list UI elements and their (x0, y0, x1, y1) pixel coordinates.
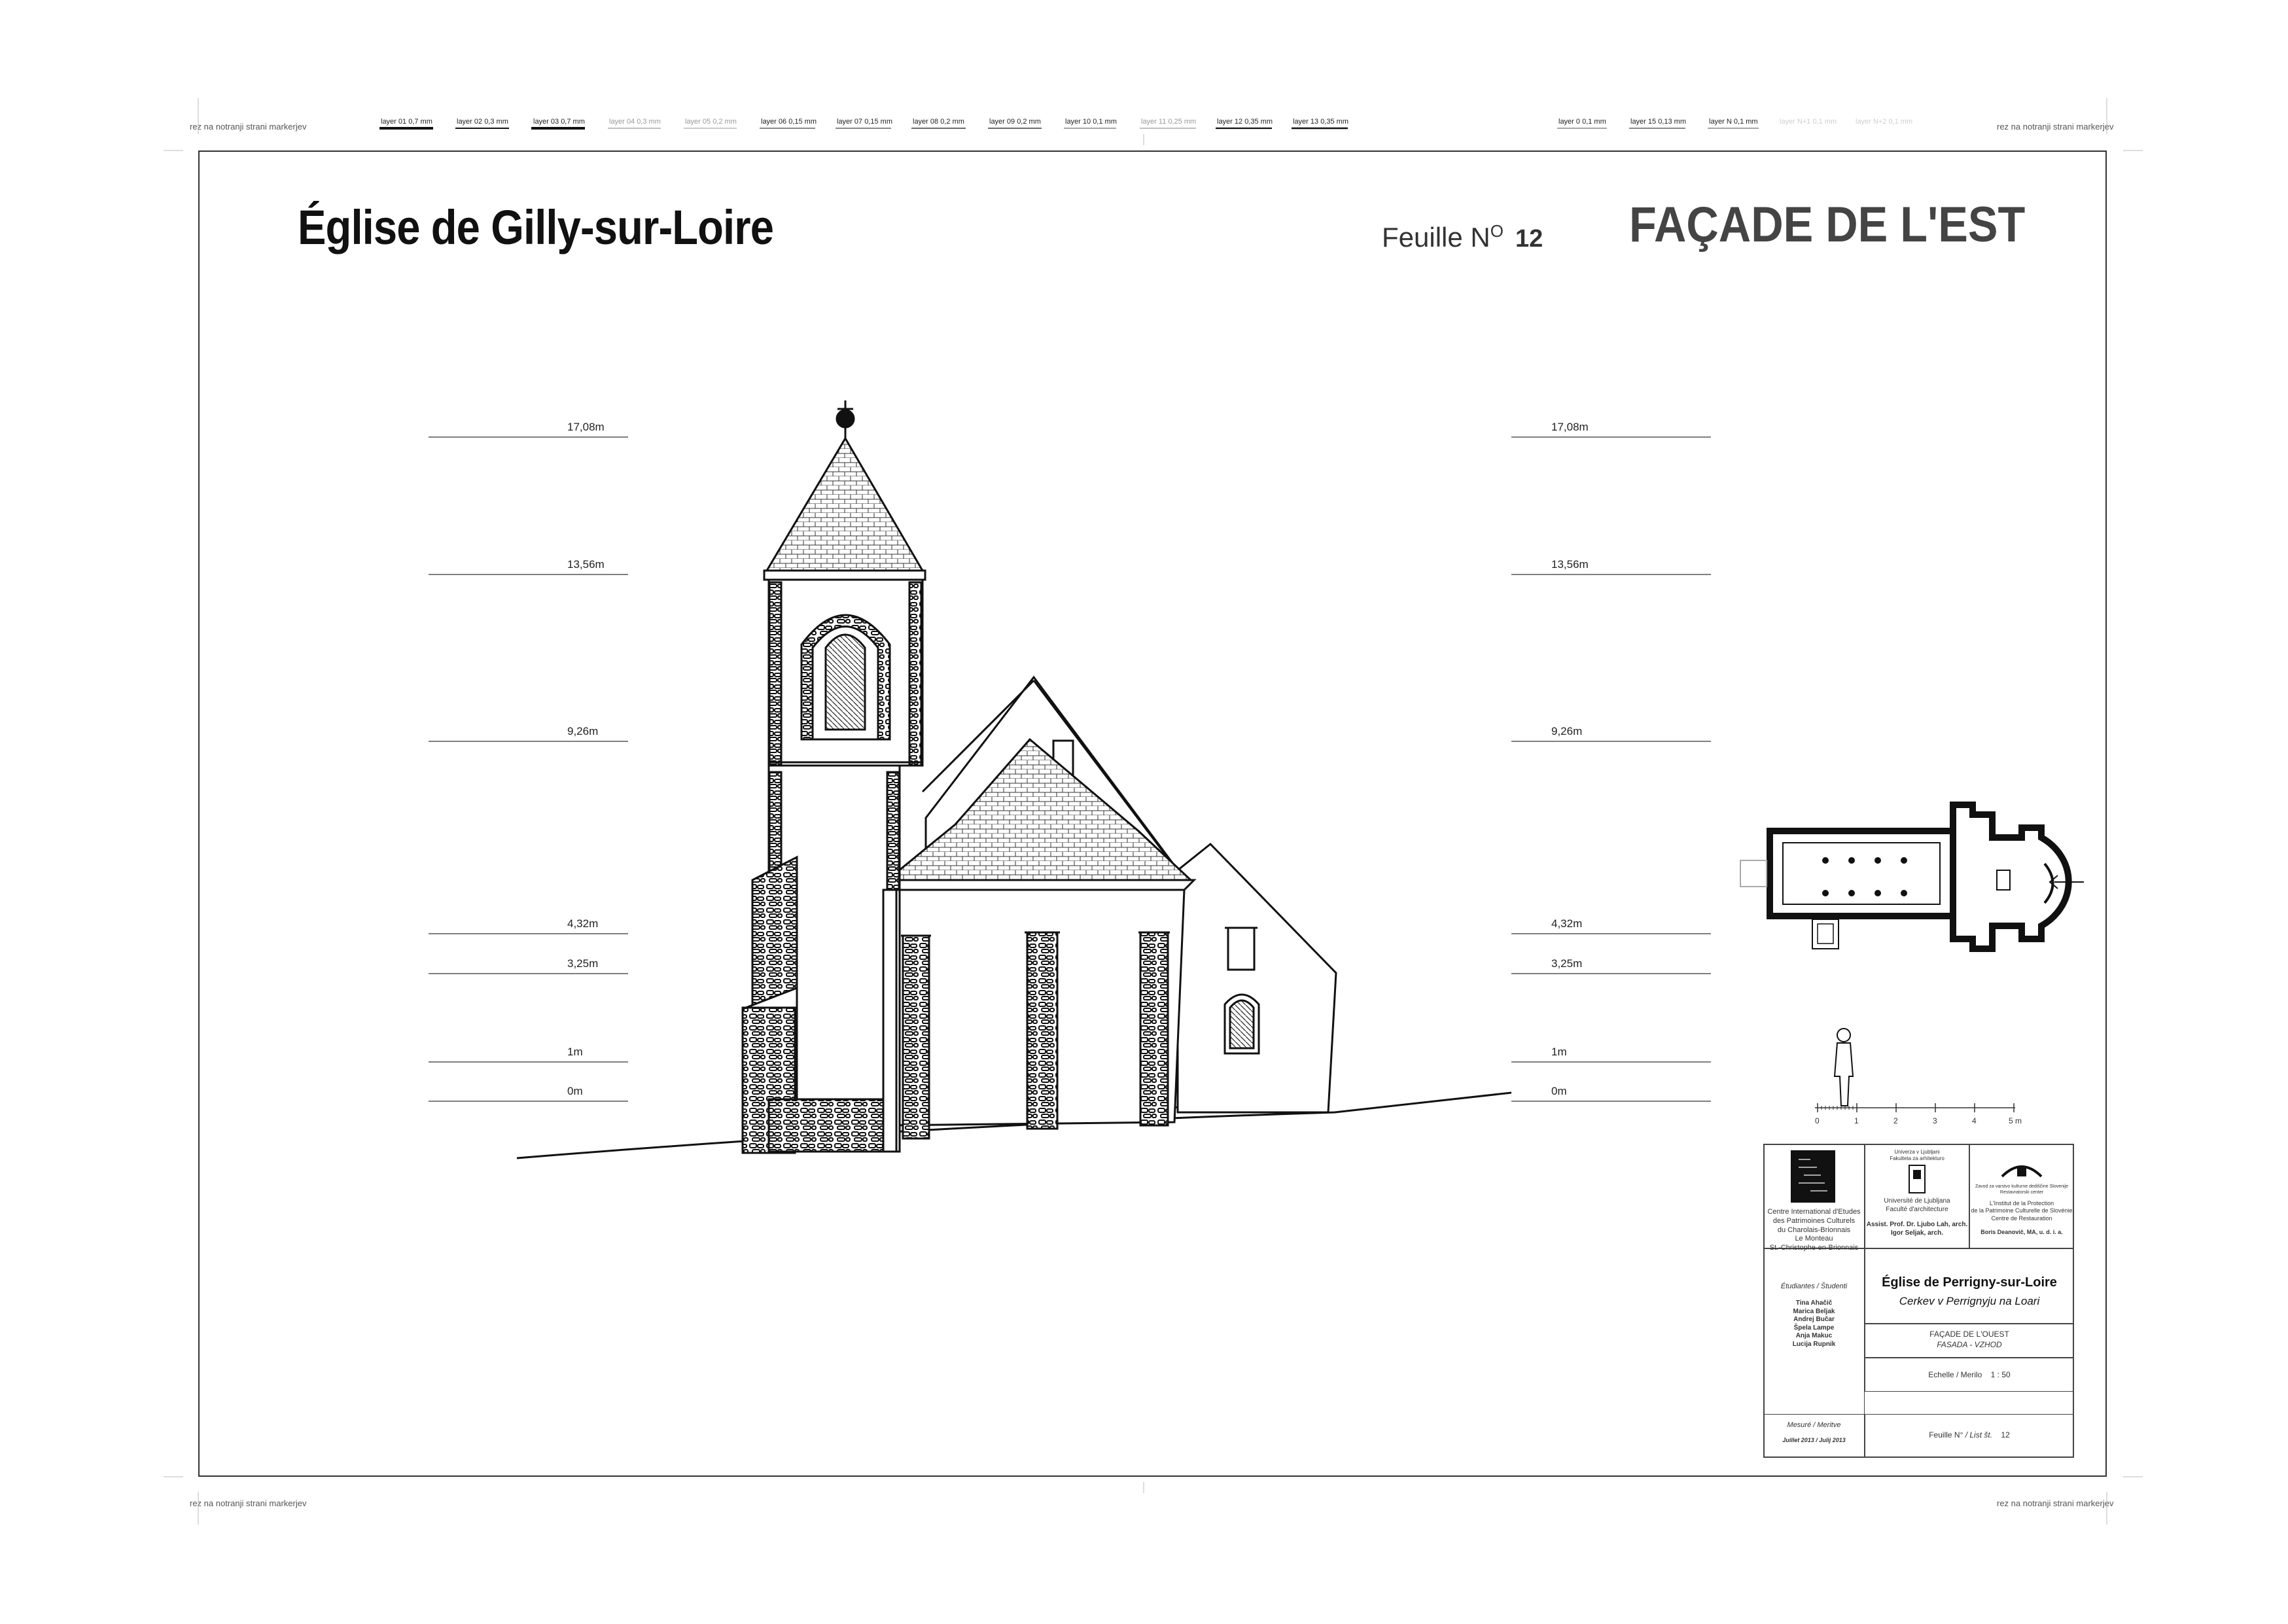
drawing-name: FAÇADE DE L'OUEST (1929, 1330, 2009, 1339)
scale-bar (1815, 1028, 2015, 1112)
logo2-top: Univerza v Ljubljani Fakulteta za arhite… (1890, 1149, 1945, 1161)
survey-date: Juillet 2013 / Julij 2013 (1782, 1437, 1846, 1443)
ul-fa-logo (1909, 1165, 1926, 1193)
logo3-caption: L'Institut de la Protection de la Patrim… (1971, 1200, 2073, 1222)
sheet-field: Feuille N° / List št. 12 (1929, 1430, 2010, 1439)
students-label: Étudiantes / Študenti (1780, 1282, 1848, 1290)
scale-field: Echelle / Merilo 1 : 50 (1928, 1370, 2011, 1379)
project-subtitle: Cerkev v Perrignyju na Loari (1899, 1295, 2040, 1307)
logo3-person: Boris Deanovič, MA, u. d. i. a. (1980, 1229, 2063, 1235)
logo2-people: Assist. Prof. Dr. Ljubo Lah, arch. Igor … (1866, 1221, 1968, 1237)
sheet-value: 12 (2001, 1430, 2010, 1439)
drawing-name-sl: FASADA - VZHOD (1937, 1340, 2002, 1349)
scale-tick-label: 0 (1815, 1116, 1820, 1125)
logo3-top: Zavod za varstvo kulturne dediščine Slov… (1975, 1184, 2069, 1195)
logo1-caption: Centre International d'Etudes des Patrim… (1767, 1208, 1861, 1252)
scale-value: 1 : 50 (1990, 1370, 2011, 1379)
students-list: Tina Ahačič Marica Beljak Andrej Bučar Š… (1792, 1299, 1836, 1348)
scale-tick-label: 5 m (2009, 1116, 2022, 1125)
scale-tick-label: 2 (1893, 1116, 1898, 1125)
floor-plan (1740, 802, 2084, 952)
logo2-caption: Université de Ljubljana Faculté d'archit… (1884, 1197, 1950, 1213)
scale-tick-label: 3 (1933, 1116, 1937, 1125)
title-block: Centre International d'Etudes des Patrim… (1763, 1144, 2074, 1458)
project-title: Église de Perrigny-sur-Loire (1882, 1275, 2057, 1290)
zvkds-logo (2001, 1165, 2043, 1178)
survey-label: Mesuré / Meritve (1787, 1421, 1841, 1429)
scale-tick-label: 4 (1972, 1116, 1977, 1125)
scale-tick-label: 1 (1854, 1116, 1859, 1125)
cidpc-logo (1791, 1150, 1835, 1203)
